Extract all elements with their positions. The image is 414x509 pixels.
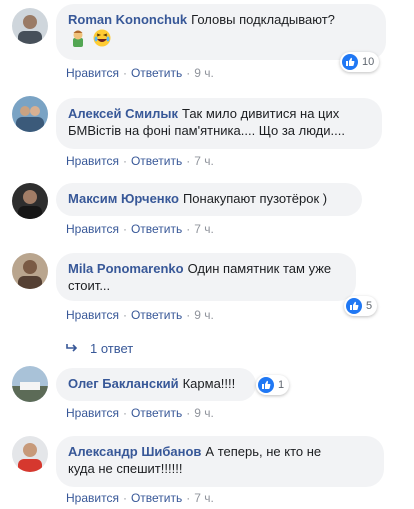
reaction-count-value: 1 bbox=[278, 379, 285, 391]
comment-actions: Нравится · Ответить · 9 ч. bbox=[66, 406, 214, 420]
comment-actions: Нравится · Ответить · 7 ч. bbox=[66, 222, 214, 236]
avatar[interactable] bbox=[12, 96, 48, 132]
timestamp[interactable]: 7 ч. bbox=[194, 222, 214, 236]
comment-author[interactable]: Roman Kononchuk bbox=[68, 12, 187, 27]
like-icon bbox=[258, 377, 274, 393]
reaction-count[interactable]: 10 bbox=[340, 52, 380, 72]
separator: · bbox=[186, 222, 191, 236]
comment-text-line-2: куда не спешит!!!!!! bbox=[68, 461, 183, 476]
comment-bubble: Олег Бакланский Карма!!!! bbox=[56, 368, 256, 401]
reaction-count-value: 5 bbox=[366, 300, 373, 312]
avatar[interactable] bbox=[12, 183, 48, 219]
comment-text-line-2: стоит... bbox=[68, 278, 111, 293]
comment-bubble: Алексей Смилык Так мило дивитися на цих Б… bbox=[56, 98, 382, 149]
avatar[interactable] bbox=[12, 366, 48, 402]
comment-text-line-2: БМВістів на фоні пам'ятника.... Що за лю… bbox=[68, 123, 345, 138]
reply-button[interactable]: Ответить bbox=[131, 491, 182, 505]
view-replies-link[interactable]: 1 ответ bbox=[66, 340, 133, 356]
like-button[interactable]: Нравится bbox=[66, 406, 119, 420]
like-button[interactable]: Нравится bbox=[66, 491, 119, 505]
reply-button[interactable]: Ответить bbox=[131, 66, 182, 80]
timestamp[interactable]: 9 ч. bbox=[194, 406, 214, 420]
replies-count-label[interactable]: 1 ответ bbox=[90, 341, 133, 356]
comment-bubble: Александр Шибанов А теперь, не кто не куд… bbox=[56, 436, 384, 487]
reply-button[interactable]: Ответить bbox=[131, 222, 182, 236]
comment-author[interactable]: Mila Ponomarenko bbox=[68, 261, 184, 276]
timestamp[interactable]: 9 ч. bbox=[194, 308, 214, 322]
comment-text: Головы подкладывают? bbox=[191, 12, 335, 27]
comment-actions: Нравится · Ответить · 9 ч. bbox=[66, 66, 214, 80]
comment-bubble: Mila Ponomarenko Один памятник там уже ст… bbox=[56, 253, 356, 301]
separator: · bbox=[186, 66, 191, 80]
comment-actions: Нравится · Ответить · 9 ч. bbox=[66, 308, 214, 322]
comment-author[interactable]: Олег Бакланский bbox=[68, 376, 179, 391]
comment-bubble: Roman Kononchuk Головы подкладывают? bbox=[56, 4, 386, 60]
like-icon bbox=[346, 298, 362, 314]
separator: · bbox=[122, 308, 127, 322]
reply-arrow-icon bbox=[66, 340, 78, 356]
comment-actions: Нравится · Ответить · 7 ч. bbox=[66, 491, 214, 505]
comment-text-line-1: Так мило дивитися на цих bbox=[181, 106, 340, 121]
separator: · bbox=[122, 66, 127, 80]
like-button[interactable]: Нравится bbox=[66, 308, 119, 322]
comment-author[interactable]: Максим Юрченко bbox=[68, 191, 179, 206]
reaction-count[interactable]: 5 bbox=[344, 296, 378, 316]
comment-actions: Нравится · Ответить · 7 ч. bbox=[66, 154, 214, 168]
comment-text-line-1: А теперь, не кто не bbox=[205, 444, 322, 459]
like-button[interactable]: Нравится bbox=[66, 222, 119, 236]
like-button[interactable]: Нравится bbox=[66, 154, 119, 168]
reply-button[interactable]: Ответить bbox=[131, 154, 182, 168]
like-button[interactable]: Нравится bbox=[66, 66, 119, 80]
timestamp[interactable]: 9 ч. bbox=[194, 66, 214, 80]
reply-button[interactable]: Ответить bbox=[131, 308, 182, 322]
timestamp[interactable]: 7 ч. bbox=[194, 154, 214, 168]
comment-text: Карма!!!! bbox=[182, 376, 236, 391]
reaction-count[interactable]: 1 bbox=[256, 375, 290, 395]
reply-button[interactable]: Ответить bbox=[131, 406, 182, 420]
separator: · bbox=[186, 406, 191, 420]
laughing-emoji-icon bbox=[92, 28, 112, 48]
separator: · bbox=[122, 222, 127, 236]
separator: · bbox=[122, 406, 127, 420]
like-icon bbox=[342, 54, 358, 70]
avatar[interactable] bbox=[12, 253, 48, 289]
separator: · bbox=[186, 308, 191, 322]
separator: · bbox=[186, 154, 191, 168]
comment-author[interactable]: Александр Шибанов bbox=[68, 444, 201, 459]
avatar[interactable] bbox=[12, 8, 48, 44]
timestamp[interactable]: 7 ч. bbox=[194, 491, 214, 505]
avatar[interactable] bbox=[12, 436, 48, 472]
comment-author[interactable]: Алексей Смилык bbox=[68, 106, 178, 121]
reaction-count-value: 10 bbox=[362, 56, 375, 68]
comment-text-line-1: Один памятник там уже bbox=[187, 261, 332, 276]
separator: · bbox=[186, 491, 191, 505]
separator: · bbox=[122, 491, 127, 505]
man-emoji-icon bbox=[68, 28, 88, 48]
comment-bubble: Максим Юрченко Понакупают пузотёрок ) bbox=[56, 183, 362, 216]
separator: · bbox=[122, 154, 127, 168]
comment-text: Понакупают пузотёрок ) bbox=[182, 191, 328, 206]
